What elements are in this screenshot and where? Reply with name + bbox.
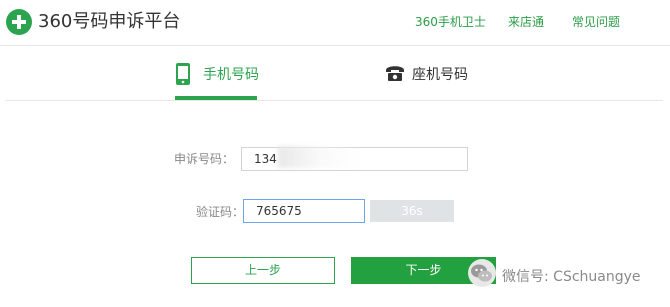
resend-countdown-button[interactable]: 36s [370, 200, 454, 222]
tab-landline-number[interactable]: 座机号码 [385, 62, 485, 100]
tab-landline-label: 座机号码 [412, 67, 468, 83]
phone-label: 申诉号码： [174, 152, 235, 166]
header-bar: 360号码申诉平台 360手机卫士 来店通 常见问题 [0, 0, 670, 46]
tab-divider [5, 100, 663, 101]
nav-link-laidiantong[interactable]: 来店通 [508, 15, 544, 29]
tab-mobile-label: 手机号码 [203, 67, 259, 83]
verification-code-value: 765675 [256, 204, 302, 218]
wechat-watermark: 微信号: CSchuangye [502, 269, 641, 285]
nav-link-faq[interactable]: 常见问题 [572, 15, 620, 29]
brand-title[interactable]: 360号码申诉平台 [38, 11, 180, 33]
plus-logo-icon [6, 9, 32, 35]
mobile-phone-icon [176, 63, 190, 85]
previous-step-button[interactable]: 上一步 [191, 257, 335, 284]
code-label: 验证码： [196, 205, 245, 219]
telephone-icon [386, 66, 404, 81]
redaction-blur [278, 146, 362, 168]
verification-code-input[interactable]: 765675 [243, 199, 365, 223]
wechat-icon [468, 259, 496, 287]
phone-input-value: 134 [254, 152, 277, 166]
tab-mobile-number[interactable]: 手机号码 [175, 62, 259, 100]
nav-link-360-mobile-guard[interactable]: 360手机卫士 [415, 15, 486, 29]
